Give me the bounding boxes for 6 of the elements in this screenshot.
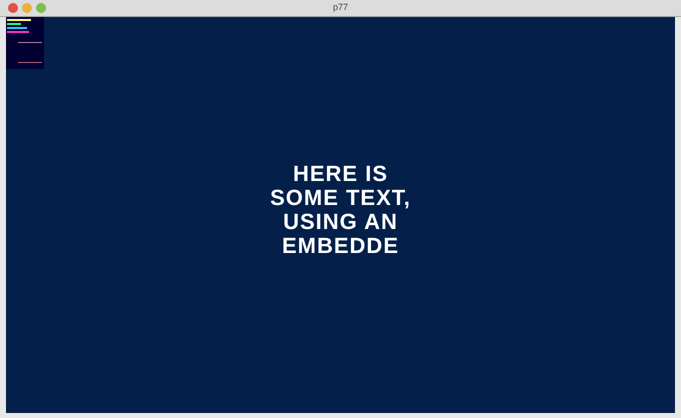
close-button[interactable]: [8, 3, 18, 13]
window-title: p77: [332, 1, 348, 14]
embedded-font-text: HERE IS SOME TEXT, USING AN EMBEDDE: [269, 162, 412, 258]
minimize-button[interactable]: [22, 3, 32, 13]
zoom-button[interactable]: [36, 3, 46, 13]
stats-monitor-drawing: [6, 17, 44, 69]
